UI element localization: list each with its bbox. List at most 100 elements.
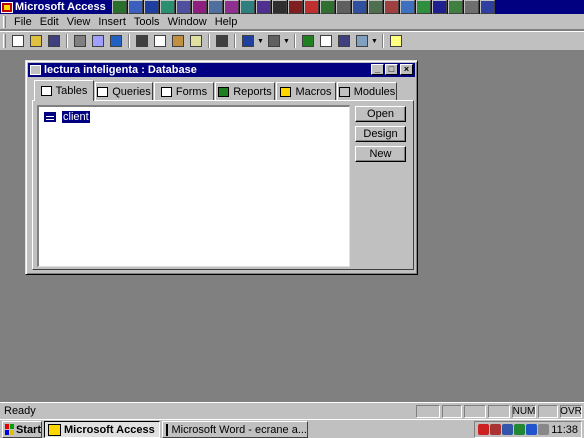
properties-icon [319,35,332,47]
open-button[interactable] [27,33,44,49]
menu-insert[interactable]: Insert [94,16,130,28]
tray-icon[interactable] [502,424,513,435]
print-preview-icon [91,35,104,47]
status-panel-blank [488,405,510,418]
shortcut-icon[interactable] [288,0,303,14]
status-panel-blank [538,405,558,418]
shortcut-icon[interactable] [272,0,287,14]
shortcut-icon[interactable] [128,0,143,14]
help-button[interactable] [387,33,404,49]
save-button[interactable] [45,33,62,49]
chevron-down-icon[interactable]: ▼ [257,38,264,45]
shortcut-icon[interactable] [160,0,175,14]
shortcut-icon[interactable] [464,0,479,14]
tab-queries[interactable]: Queries [95,82,153,100]
shortcut-icon[interactable] [304,0,319,14]
relationships-button[interactable] [335,33,352,49]
tab-reports[interactable]: Reports [215,82,275,100]
shortcut-icon[interactable] [208,0,223,14]
tab-queries-label: Queries [112,85,151,98]
queries-icon [97,86,109,97]
shortcut-icon[interactable] [256,0,271,14]
menu-help[interactable]: Help [211,16,242,28]
shortcut-icon[interactable] [192,0,207,14]
shortcut-icon[interactable] [480,0,495,14]
properties-button[interactable] [317,33,334,49]
code-button[interactable] [299,33,316,49]
shortcut-icon[interactable] [400,0,415,14]
tab-macros[interactable]: Macros [276,82,336,100]
tab-forms[interactable]: Forms [154,82,214,100]
maximize-button[interactable]: □ [385,64,398,75]
shortcut-icon[interactable] [448,0,463,14]
shortcut-icon[interactable] [320,0,335,14]
tab-reports-label: Reports [233,85,272,98]
save-icon [47,35,60,47]
app-title: Microsoft Access [15,1,106,13]
tray-icon[interactable] [514,424,525,435]
open-icon [29,35,42,47]
database-window: lectura inteligenta : Database _ □ × Tab… [25,60,418,275]
ovr-indicator: OVR [560,405,582,418]
shortcut-icon[interactable] [416,0,431,14]
database-toolbar: ▼ ▼ ▼ [0,31,584,51]
list-item[interactable]: client [44,110,91,124]
shortcut-icon[interactable] [432,0,447,14]
undo-button[interactable] [213,33,230,49]
toolbar-grip[interactable] [3,34,6,48]
shortcut-icon[interactable] [224,0,239,14]
tray-icon[interactable] [478,424,489,435]
start-button[interactable]: Start [2,421,42,438]
shortcut-icon[interactable] [144,0,159,14]
modules-icon [338,86,350,97]
menu-tools[interactable]: Tools [130,16,164,28]
status-bar: Ready NUM OVR [0,402,584,419]
menu-window[interactable]: Window [164,16,211,28]
table-list[interactable]: client [37,105,350,267]
database-window-title-bar[interactable]: lectura inteligenta : Database _ □ × [28,63,415,77]
toolbar-separator [208,34,210,48]
print-preview-button[interactable] [89,33,106,49]
new-button[interactable] [9,33,26,49]
open-button[interactable]: Open [355,106,406,122]
menu-grip[interactable] [3,15,6,28]
menu-edit[interactable]: Edit [36,16,63,28]
close-button[interactable]: × [400,64,413,75]
tray-icon[interactable] [526,424,537,435]
shortcut-icon[interactable] [384,0,399,14]
tray-icon[interactable] [490,424,501,435]
shortcut-icon[interactable] [336,0,351,14]
access-key-icon[interactable] [1,1,13,13]
print-button[interactable] [71,33,88,49]
design-button[interactable]: Design [355,126,406,142]
shortcut-icon[interactable] [112,0,127,14]
shortcut-icon[interactable] [240,0,255,14]
chevron-down-icon[interactable]: ▼ [371,38,378,45]
menu-view[interactable]: View [63,16,95,28]
clock[interactable]: 11:38 [551,424,578,436]
format-painter-button[interactable] [187,33,204,49]
new-object-button[interactable] [353,33,370,49]
tray-icon[interactable] [538,424,549,435]
cut-button[interactable] [133,33,150,49]
new-button[interactable]: New [355,146,406,162]
shortcut-icon[interactable] [176,0,191,14]
task-microsoft-word[interactable]: Microsoft Word - ecrane a... [162,421,308,438]
tab-modules[interactable]: Modules [337,82,397,100]
tab-modules-label: Modules [353,85,396,98]
app-title-bar[interactable]: Microsoft Access [0,0,584,14]
menu-file[interactable]: File [10,16,36,28]
office-links-button[interactable] [239,33,256,49]
copy-button[interactable] [151,33,168,49]
shortcut-icon[interactable] [352,0,367,14]
database-icon[interactable] [30,65,41,75]
shortcut-icon[interactable] [368,0,383,14]
chevron-down-icon[interactable]: ▼ [283,38,290,45]
tab-tables[interactable]: Tables [34,80,94,101]
paste-button[interactable] [169,33,186,49]
analyze-button[interactable] [265,33,282,49]
toolbar-separator [128,34,130,48]
minimize-button[interactable]: _ [371,64,384,75]
task-microsoft-access[interactable]: Microsoft Access [44,421,160,438]
spelling-button[interactable] [107,33,124,49]
